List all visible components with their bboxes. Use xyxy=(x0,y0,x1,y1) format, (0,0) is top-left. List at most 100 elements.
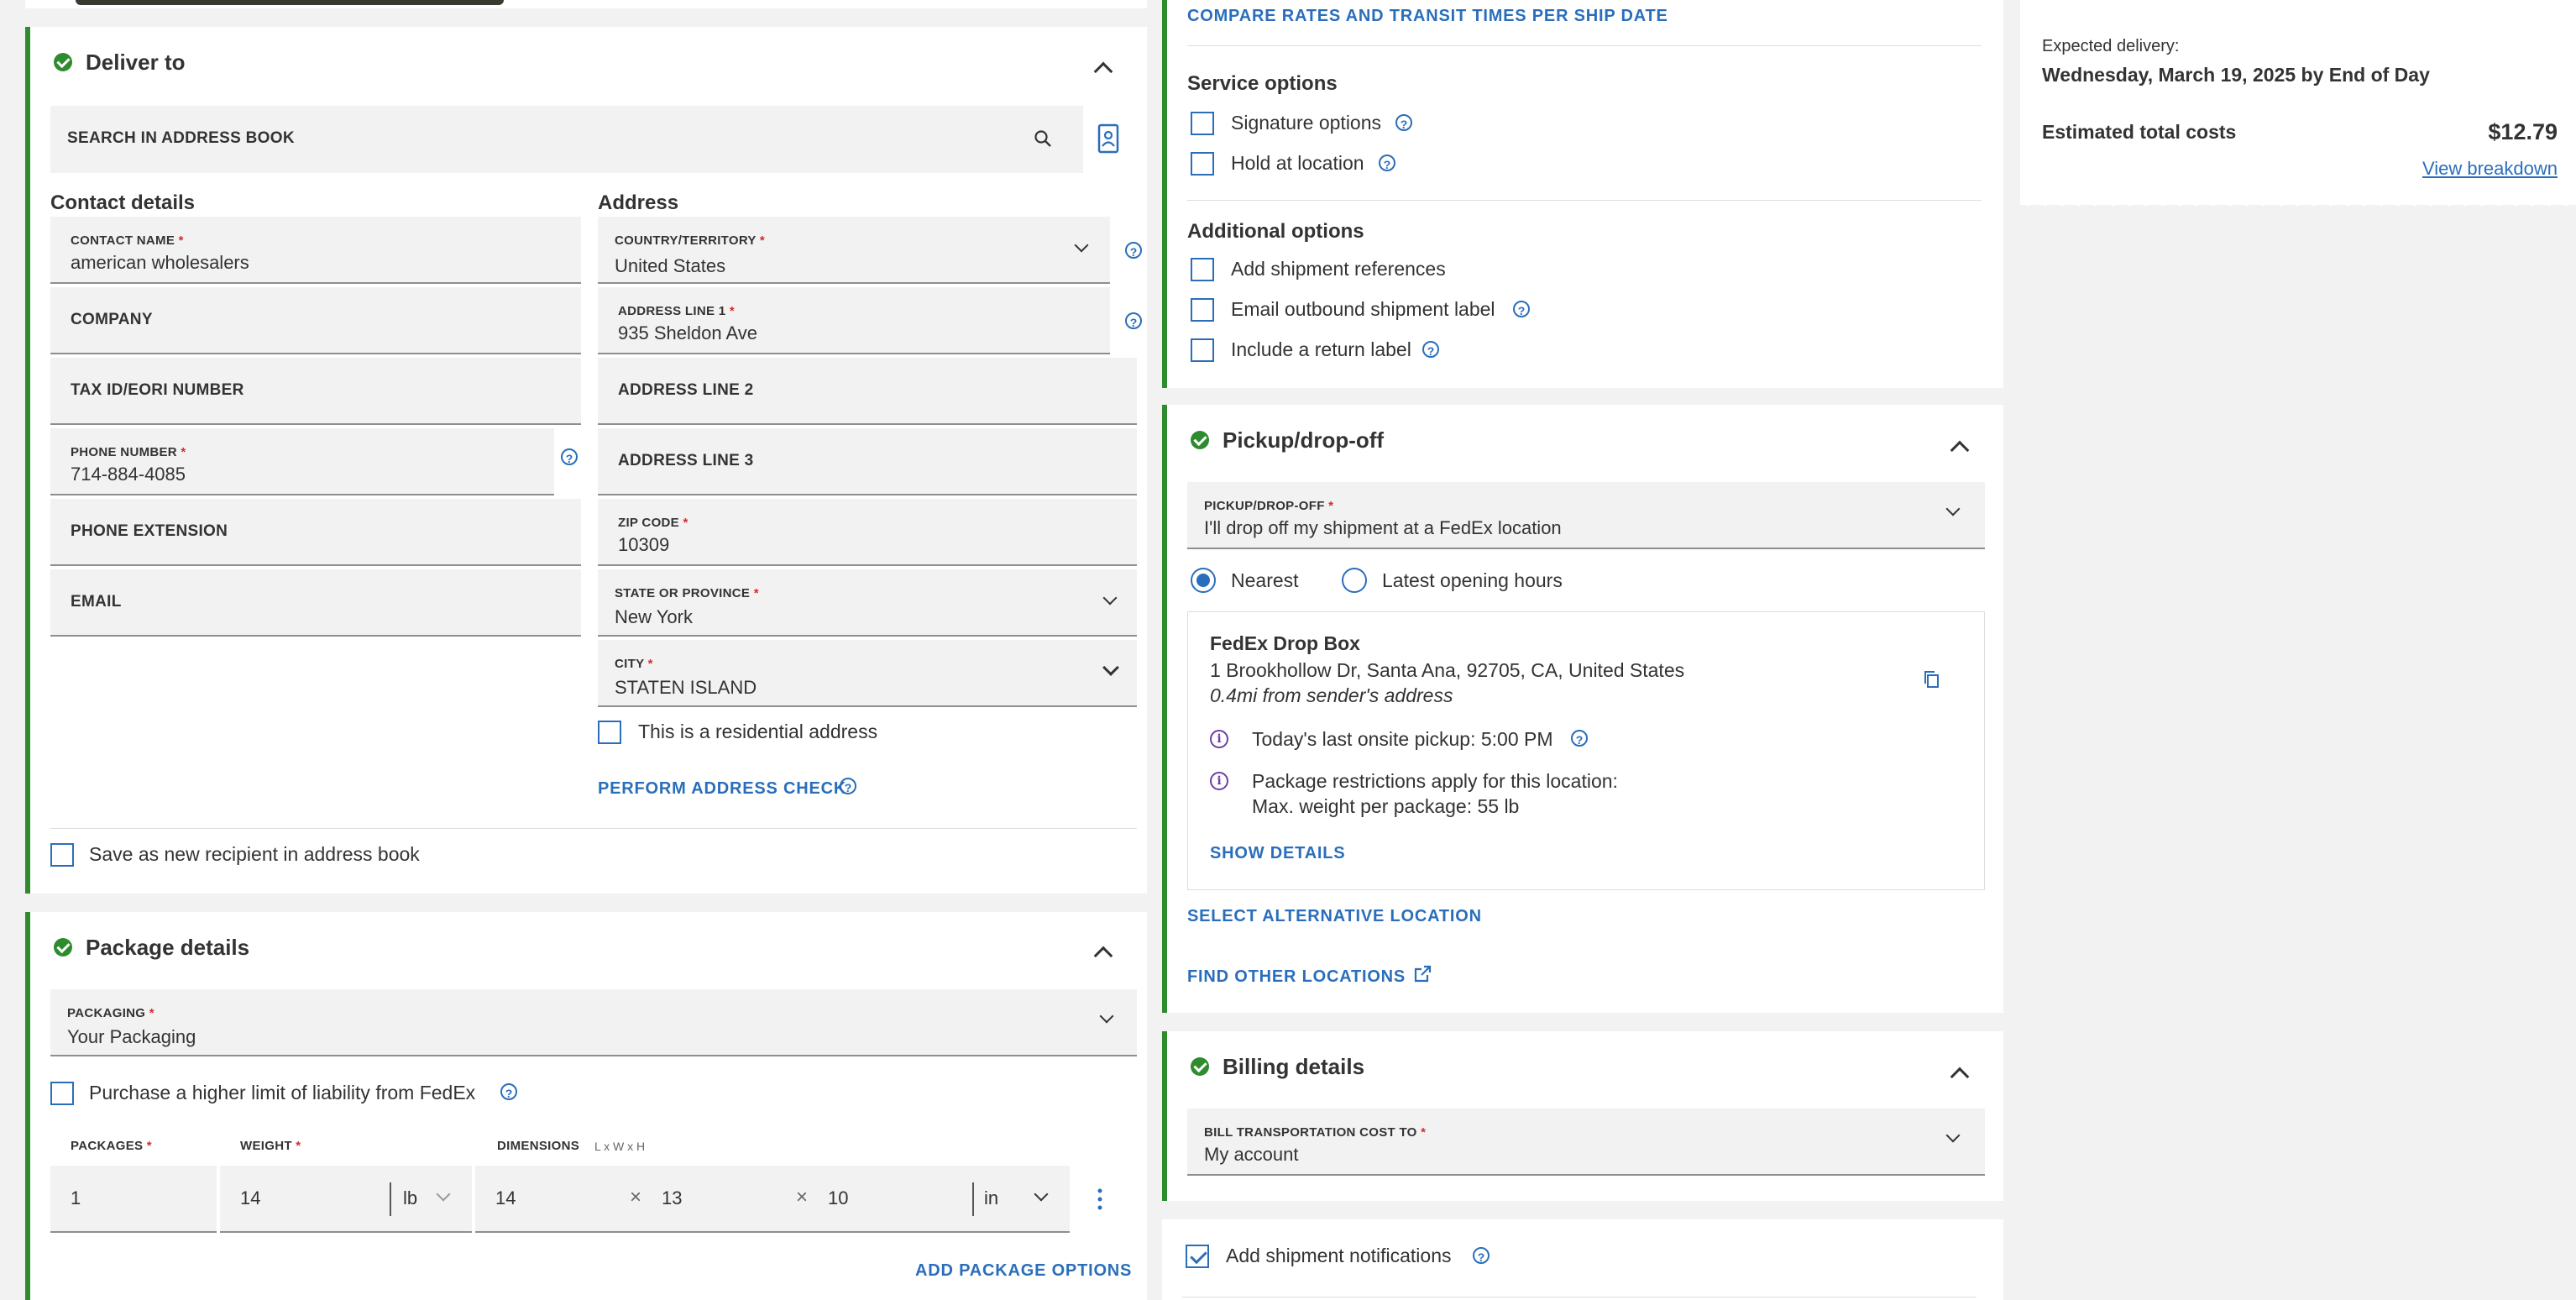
save-recipient-checkbox[interactable] xyxy=(50,843,74,867)
residential-checkbox[interactable] xyxy=(598,721,621,744)
weight-unit-select[interactable]: lb xyxy=(403,1187,417,1209)
state-select[interactable]: STATE OR PROVINCE * New York xyxy=(598,569,1137,637)
location-card: FedEx Drop Box 1 Brookhollow Dr, Santa A… xyxy=(1187,611,1985,890)
total-cost-value: $12.79 xyxy=(2488,119,2558,144)
find-other-locations-link[interactable]: FIND OTHER LOCATIONS xyxy=(1187,967,1406,987)
help-icon[interactable] xyxy=(1125,312,1142,329)
residential-label: This is a residential address xyxy=(638,721,878,742)
compare-rates-link[interactable]: COMPARE RATES AND TRANSIT TIMES PER SHIP… xyxy=(1187,7,1668,26)
external-link-icon[interactable] xyxy=(1412,964,1432,984)
deliver-to-card: Deliver to SEARCH IN ADDRESS BOOK Contac… xyxy=(25,27,1147,894)
packaging-select[interactable]: PACKAGING * Your Packaging xyxy=(50,989,1137,1056)
phone-extension-field[interactable]: PHONE EXTENSION xyxy=(50,499,581,566)
tax-id-field[interactable]: TAX ID/EORI NUMBER xyxy=(50,358,581,425)
select-alternative-location-link[interactable]: SELECT ALTERNATIVE LOCATION xyxy=(1187,907,1482,926)
divider xyxy=(1187,45,1982,46)
address-line3-field[interactable]: ADDRESS LINE 3 xyxy=(598,428,1137,495)
country-select[interactable]: COUNTRY/TERRITORY * United States xyxy=(598,217,1110,284)
collapse-chevron-icon[interactable] xyxy=(1093,61,1113,81)
dim-height[interactable]: 10 xyxy=(828,1187,848,1209)
city-select[interactable]: CITY * STATEN ISLAND xyxy=(598,640,1137,707)
top-card-remnant xyxy=(25,0,1147,8)
return-label-checkbox[interactable] xyxy=(1191,338,1214,362)
field-label: PHONE NUMBER * xyxy=(71,445,186,459)
weight-column-header: WEIGHT * xyxy=(240,1139,301,1153)
company-field[interactable]: COMPANY xyxy=(50,287,581,354)
help-icon[interactable] xyxy=(1473,1247,1490,1264)
field-value: 714-884-4085 xyxy=(71,464,186,485)
view-breakdown-link[interactable]: View breakdown xyxy=(2410,158,2558,180)
help-icon[interactable] xyxy=(840,778,856,794)
help-icon[interactable] xyxy=(1422,341,1439,358)
nearest-radio[interactable] xyxy=(1191,568,1216,593)
address-line2-field[interactable]: ADDRESS LINE 2 xyxy=(598,358,1137,425)
help-icon[interactable] xyxy=(1379,155,1395,171)
field-label: PHONE EXTENSION xyxy=(71,522,228,540)
show-details-link[interactable]: SHOW DETAILS xyxy=(1210,844,1345,863)
pickup-dropoff-card: Pickup/drop-off PICKUP/DROP-OFF * I'll d… xyxy=(1162,405,2003,1013)
label-text: PICKUP/DROP-OFF xyxy=(1204,499,1325,513)
package-details-card: Package details PACKAGING * Your Packagi… xyxy=(25,912,1147,1300)
check-circle-icon xyxy=(1191,1057,1209,1076)
search-icon[interactable] xyxy=(1033,128,1053,149)
field-label: PACKAGING * xyxy=(67,1006,154,1020)
label-text: WEIGHT xyxy=(240,1139,292,1153)
expected-delivery-label: Expected delivery: xyxy=(2042,37,2180,55)
dim-width[interactable]: 13 xyxy=(662,1187,682,1209)
help-icon[interactable] xyxy=(1395,114,1412,131)
help-icon[interactable] xyxy=(500,1083,517,1100)
field-value: New York xyxy=(615,606,693,627)
address-line1-field[interactable]: ADDRESS LINE 1 * 935 Sheldon Ave xyxy=(598,287,1110,354)
info-icon: i xyxy=(1210,730,1228,748)
collapse-chevron-icon[interactable] xyxy=(1093,946,1113,966)
collapse-chevron-icon[interactable] xyxy=(1950,1067,1970,1087)
chevron-down-icon xyxy=(1074,238,1089,253)
label-text: CONTACT NAME xyxy=(71,233,175,248)
liability-checkbox[interactable] xyxy=(50,1082,74,1105)
label-text: ADDRESS LINE 1 xyxy=(618,304,726,318)
dim-length[interactable]: 14 xyxy=(495,1187,516,1209)
zip-code-field[interactable]: ZIP CODE * 10309 xyxy=(598,499,1137,566)
hold-at-location-checkbox[interactable] xyxy=(1191,152,1214,176)
pickup-dropoff-select[interactable]: PICKUP/DROP-OFF * I'll drop off my shipm… xyxy=(1187,482,1985,549)
weight-input[interactable]: 14 lb xyxy=(220,1166,472,1233)
copy-icon[interactable] xyxy=(1922,669,1940,689)
label-text: ZIP CODE xyxy=(618,516,679,530)
help-icon[interactable] xyxy=(1125,242,1142,259)
label-text: BILL TRANSPORTATION COST TO xyxy=(1204,1125,1417,1140)
address-book-search[interactable]: SEARCH IN ADDRESS BOOK xyxy=(50,106,1083,173)
address-check-link[interactable]: PERFORM ADDRESS CHECK xyxy=(598,779,846,799)
contact-name-field[interactable]: CONTACT NAME * american wholesalers xyxy=(50,217,581,284)
field-value: United States xyxy=(615,255,726,276)
service-options-heading: Service options xyxy=(1187,72,1338,95)
phone-field[interactable]: PHONE NUMBER * 714-884-4085 xyxy=(50,428,554,495)
field-value: My account xyxy=(1204,1144,1299,1165)
add-package-options-link[interactable]: ADD PACKAGE OPTIONS xyxy=(915,1261,1132,1281)
field-value: I'll drop off my shipment at a FedEx loc… xyxy=(1204,517,1562,538)
help-icon[interactable] xyxy=(1571,730,1588,747)
collapse-chevron-icon[interactable] xyxy=(1950,440,1970,460)
dimensions-input[interactable]: 14 × 13 × 10 in xyxy=(475,1166,1070,1233)
field-label: ZIP CODE * xyxy=(618,516,689,530)
bill-to-select[interactable]: BILL TRANSPORTATION COST TO * My account xyxy=(1187,1109,1985,1176)
dimensions-hint: L x W x H xyxy=(594,1140,646,1153)
more-options-icon[interactable] xyxy=(1097,1187,1103,1211)
shipment-notifications-label: Add shipment notifications xyxy=(1226,1245,1452,1266)
latest-hours-radio[interactable] xyxy=(1342,568,1367,593)
help-icon[interactable] xyxy=(561,448,578,465)
shipment-notifications-checkbox[interactable] xyxy=(1186,1245,1209,1268)
chevron-down-icon xyxy=(1945,501,1961,516)
additional-options-heading: Additional options xyxy=(1187,220,1364,243)
address-book-icon[interactable] xyxy=(1097,123,1119,154)
dim-unit-select[interactable]: in xyxy=(984,1187,998,1209)
email-field[interactable]: EMAIL xyxy=(50,569,581,637)
help-icon[interactable] xyxy=(1513,301,1530,317)
search-input[interactable]: SEARCH IN ADDRESS BOOK xyxy=(67,129,295,148)
last-pickup-text: Today's last onsite pickup: 5:00 PM xyxy=(1252,728,1553,750)
email-label-checkbox[interactable] xyxy=(1191,298,1214,322)
label-text: STATE OR PROVINCE xyxy=(615,586,751,600)
total-cost-label: Estimated total costs xyxy=(2042,121,2237,143)
signature-options-checkbox[interactable] xyxy=(1191,112,1214,135)
shipment-references-checkbox[interactable] xyxy=(1191,258,1214,281)
packages-input[interactable]: 1 xyxy=(50,1166,217,1233)
